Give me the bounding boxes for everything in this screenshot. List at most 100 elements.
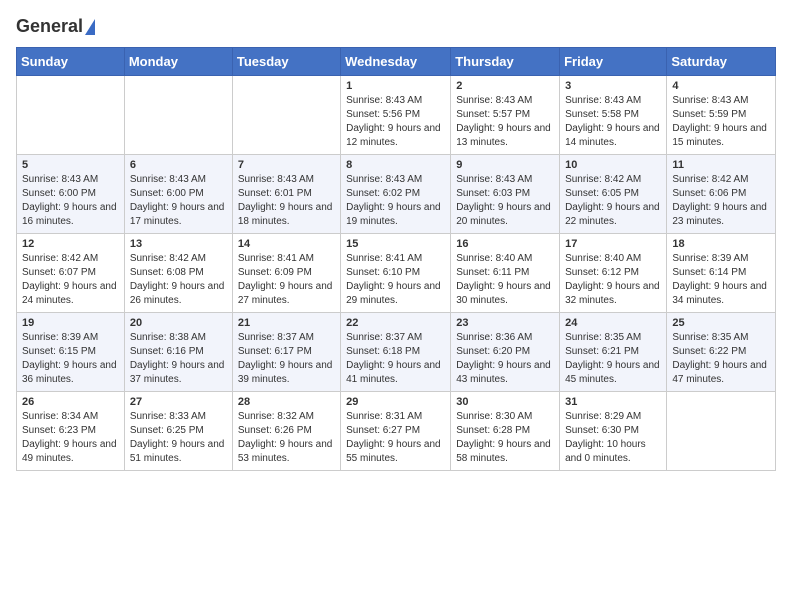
day-number: 20 (130, 317, 227, 329)
calendar-cell: 20 Sunrise: 8:38 AMSunset: 6:16 PMDayligh… (124, 313, 232, 392)
day-info: Sunrise: 8:43 AMSunset: 5:58 PMDaylight:… (565, 94, 661, 150)
day-of-week-header: Tuesday (232, 48, 340, 76)
day-number: 11 (672, 159, 770, 171)
day-info: Sunrise: 8:43 AMSunset: 6:01 PMDaylight:… (238, 173, 335, 229)
day-number: 22 (346, 317, 445, 329)
day-info: Sunrise: 8:32 AMSunset: 6:26 PMDaylight:… (238, 410, 335, 466)
calendar-cell: 16 Sunrise: 8:40 AMSunset: 6:11 PMDayligh… (451, 234, 560, 313)
calendar-cell: 1 Sunrise: 8:43 AMSunset: 5:56 PMDaylight… (341, 76, 451, 155)
calendar-week-row: 1 Sunrise: 8:43 AMSunset: 5:56 PMDaylight… (17, 76, 776, 155)
calendar-cell: 29Sunrise: 8:31 AMSunset: 6:27 PMDayligh… (341, 392, 451, 471)
calendar-cell: 30Sunrise: 8:30 AMSunset: 6:28 PMDayligh… (451, 392, 560, 471)
day-number: 9 (456, 159, 554, 171)
calendar-header-row: SundayMondayTuesdayWednesdayThursdayFrid… (17, 48, 776, 76)
calendar-cell: 18 Sunrise: 8:39 AMSunset: 6:14 PMDayligh… (667, 234, 776, 313)
day-number: 5 (22, 159, 119, 171)
day-number: 12 (22, 238, 119, 250)
day-number: 4 (672, 80, 770, 92)
calendar-cell (124, 76, 232, 155)
calendar-week-row: 26 Sunrise: 8:34 AMSunset: 6:23 PMDayligh… (17, 392, 776, 471)
day-number: 23 (456, 317, 554, 329)
calendar-cell (232, 76, 340, 155)
calendar-cell: 28 Sunrise: 8:32 AMSunset: 6:26 PMDayligh… (232, 392, 340, 471)
day-info: Sunrise: 8:43 AMSunset: 6:02 PMDaylight:… (346, 173, 445, 229)
day-of-week-header: Friday (560, 48, 667, 76)
calendar-cell: 26 Sunrise: 8:34 AMSunset: 6:23 PMDayligh… (17, 392, 125, 471)
day-info: Sunrise: 8:42 AMSunset: 6:07 PMDaylight:… (22, 252, 119, 308)
day-number: 3 (565, 80, 661, 92)
day-number: 27 (130, 396, 227, 408)
day-number: 6 (130, 159, 227, 171)
day-info: Sunrise: 8:42 AMSunset: 6:06 PMDaylight:… (672, 173, 770, 229)
day-info: Sunrise: 8:42 AMSunset: 6:08 PMDaylight:… (130, 252, 227, 308)
calendar-cell (667, 392, 776, 471)
day-number: 1 (346, 80, 445, 92)
day-of-week-header: Saturday (667, 48, 776, 76)
day-info: Sunrise: 8:43 AMSunset: 6:00 PMDaylight:… (130, 173, 227, 229)
day-info: Sunrise: 8:29 AMSunset: 6:30 PMDaylight:… (565, 410, 661, 466)
logo-triangle-icon (85, 19, 95, 35)
day-info: Sunrise: 8:43 AMSunset: 5:59 PMDaylight:… (672, 94, 770, 150)
day-of-week-header: Wednesday (341, 48, 451, 76)
day-number: 31 (565, 396, 661, 408)
day-info: Sunrise: 8:37 AMSunset: 6:17 PMDaylight:… (238, 331, 335, 387)
calendar-cell: 17 Sunrise: 8:40 AMSunset: 6:12 PMDayligh… (560, 234, 667, 313)
day-number: 21 (238, 317, 335, 329)
calendar-cell: 4 Sunrise: 8:43 AMSunset: 5:59 PMDaylight… (667, 76, 776, 155)
day-number: 26 (22, 396, 119, 408)
calendar-cell: 25 Sunrise: 8:35 AMSunset: 6:22 PMDayligh… (667, 313, 776, 392)
logo: General (16, 16, 95, 37)
day-info: Sunrise: 8:35 AMSunset: 6:21 PMDaylight:… (565, 331, 661, 387)
day-info: Sunrise: 8:36 AMSunset: 6:20 PMDaylight:… (456, 331, 554, 387)
day-info: Sunrise: 8:43 AMSunset: 5:56 PMDaylight:… (346, 94, 445, 150)
day-info: Sunrise: 8:40 AMSunset: 6:12 PMDaylight:… (565, 252, 661, 308)
calendar-cell: 21 Sunrise: 8:37 AMSunset: 6:17 PMDayligh… (232, 313, 340, 392)
calendar-cell: 9 Sunrise: 8:43 AMSunset: 6:03 PMDaylight… (451, 155, 560, 234)
day-info: Sunrise: 8:41 AMSunset: 6:09 PMDaylight:… (238, 252, 335, 308)
day-number: 18 (672, 238, 770, 250)
day-info: Sunrise: 8:40 AMSunset: 6:11 PMDaylight:… (456, 252, 554, 308)
calendar-cell: 23 Sunrise: 8:36 AMSunset: 6:20 PMDayligh… (451, 313, 560, 392)
calendar-cell: 22 Sunrise: 8:37 AMSunset: 6:18 PMDayligh… (341, 313, 451, 392)
day-number: 14 (238, 238, 335, 250)
calendar-cell: 6 Sunrise: 8:43 AMSunset: 6:00 PMDaylight… (124, 155, 232, 234)
day-info: Sunrise: 8:34 AMSunset: 6:23 PMDaylight:… (22, 410, 119, 466)
logo-general-text: General (16, 16, 83, 37)
day-number: 29 (346, 396, 445, 408)
day-number: 28 (238, 396, 335, 408)
calendar-cell: 10 Sunrise: 8:42 AMSunset: 6:05 PMDayligh… (560, 155, 667, 234)
day-info: Sunrise: 8:42 AMSunset: 6:05 PMDaylight:… (565, 173, 661, 229)
day-info: Sunrise: 8:35 AMSunset: 6:22 PMDaylight:… (672, 331, 770, 387)
calendar-cell: 31 Sunrise: 8:29 AMSunset: 6:30 PMDayligh… (560, 392, 667, 471)
day-info: Sunrise: 8:37 AMSunset: 6:18 PMDaylight:… (346, 331, 445, 387)
day-info: Sunrise: 8:39 AMSunset: 6:14 PMDaylight:… (672, 252, 770, 308)
day-number: 19 (22, 317, 119, 329)
calendar-table: SundayMondayTuesdayWednesdayThursdayFrid… (16, 47, 776, 471)
day-number: 13 (130, 238, 227, 250)
day-number: 17 (565, 238, 661, 250)
calendar-cell: 27Sunrise: 8:33 AMSunset: 6:25 PMDayligh… (124, 392, 232, 471)
calendar-cell: 11 Sunrise: 8:42 AMSunset: 6:06 PMDayligh… (667, 155, 776, 234)
day-info: Sunrise: 8:39 AMSunset: 6:15 PMDaylight:… (22, 331, 119, 387)
day-number: 10 (565, 159, 661, 171)
day-info: Sunrise: 8:30 AMSunset: 6:28 PMDaylight:… (456, 410, 554, 466)
calendar-cell: 12 Sunrise: 8:42 AMSunset: 6:07 PMDayligh… (17, 234, 125, 313)
calendar-week-row: 12 Sunrise: 8:42 AMSunset: 6:07 PMDayligh… (17, 234, 776, 313)
calendar-cell: 8 Sunrise: 8:43 AMSunset: 6:02 PMDaylight… (341, 155, 451, 234)
calendar-week-row: 5 Sunrise: 8:43 AMSunset: 6:00 PMDaylight… (17, 155, 776, 234)
day-of-week-header: Monday (124, 48, 232, 76)
day-number: 8 (346, 159, 445, 171)
day-info: Sunrise: 8:43 AMSunset: 6:00 PMDaylight:… (22, 173, 119, 229)
calendar-cell: 19 Sunrise: 8:39 AMSunset: 6:15 PMDayligh… (17, 313, 125, 392)
day-number: 16 (456, 238, 554, 250)
calendar-cell: 14 Sunrise: 8:41 AMSunset: 6:09 PMDayligh… (232, 234, 340, 313)
day-info: Sunrise: 8:43 AMSunset: 5:57 PMDaylight:… (456, 94, 554, 150)
day-number: 25 (672, 317, 770, 329)
calendar-cell: 24Sunrise: 8:35 AMSunset: 6:21 PMDayligh… (560, 313, 667, 392)
calendar-cell: 3 Sunrise: 8:43 AMSunset: 5:58 PMDaylight… (560, 76, 667, 155)
day-info: Sunrise: 8:43 AMSunset: 6:03 PMDaylight:… (456, 173, 554, 229)
calendar-cell: 15Sunrise: 8:41 AMSunset: 6:10 PMDayligh… (341, 234, 451, 313)
calendar-cell: 7Sunrise: 8:43 AMSunset: 6:01 PMDaylight… (232, 155, 340, 234)
day-info: Sunrise: 8:41 AMSunset: 6:10 PMDaylight:… (346, 252, 445, 308)
day-info: Sunrise: 8:38 AMSunset: 6:16 PMDaylight:… (130, 331, 227, 387)
